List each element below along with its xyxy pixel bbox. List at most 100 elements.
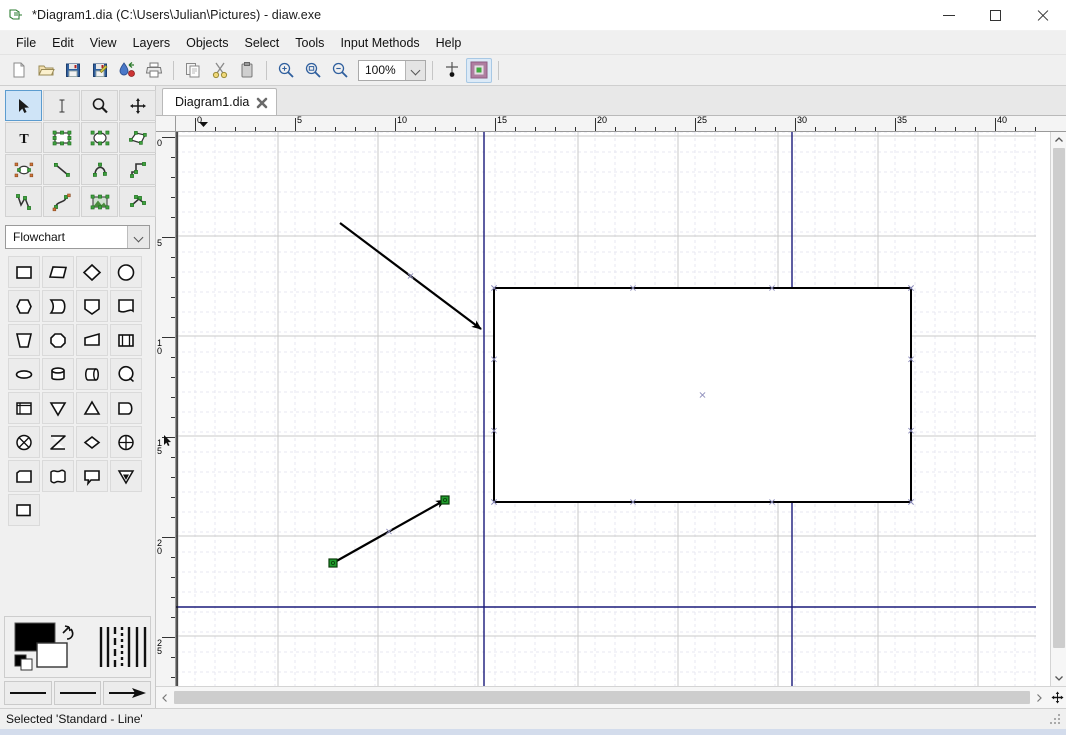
resize-grip-icon[interactable] [1048, 712, 1062, 726]
outline-tool[interactable] [119, 186, 156, 217]
shape-display[interactable] [8, 392, 40, 424]
vertical-scrollbar[interactable] [1050, 132, 1066, 686]
shape-extract[interactable] [42, 392, 74, 424]
horizontal-scroll-thumb[interactable] [174, 691, 1030, 704]
menu-file[interactable]: File [8, 33, 44, 53]
shape-internal-storage[interactable] [110, 358, 142, 390]
bezierline-tool[interactable] [43, 186, 80, 217]
box-tool[interactable] [43, 122, 80, 153]
arrow-line-1[interactable] [340, 223, 481, 329]
text-tool[interactable]: T [5, 122, 42, 153]
save-as-icon[interactable] [87, 58, 113, 83]
ellipse-tool[interactable] [81, 122, 118, 153]
selection-handle[interactable] [329, 559, 337, 567]
shape-magnetic-drum[interactable] [42, 358, 74, 390]
shape-merge[interactable] [76, 392, 108, 424]
paste-icon[interactable] [234, 58, 260, 83]
new-icon[interactable] [6, 58, 32, 83]
export-icon[interactable] [114, 58, 140, 83]
polygon-tool[interactable] [119, 122, 156, 153]
shape-connector-oval[interactable] [8, 358, 40, 390]
sheet-name[interactable]: Flowchart [6, 230, 127, 244]
diagram-canvas[interactable] [176, 132, 1050, 686]
sheet-selector[interactable]: Flowchart [5, 225, 150, 249]
line-style-patterns[interactable] [97, 625, 153, 669]
close-icon[interactable] [256, 96, 268, 108]
zoom-combo[interactable]: 100% [358, 60, 426, 81]
arc-tool[interactable] [81, 154, 118, 185]
zigzagline-tool[interactable] [119, 154, 156, 185]
minimize-button[interactable] [925, 0, 972, 31]
copy-icon[interactable] [180, 58, 206, 83]
snap-to-grid-icon[interactable] [439, 58, 465, 83]
pointer-tool[interactable] [5, 90, 42, 121]
maximize-button[interactable] [972, 0, 1019, 31]
vertical-ruler[interactable]: 0510152025 [156, 132, 176, 686]
shape-sort[interactable] [42, 426, 74, 458]
shape-card[interactable] [8, 460, 40, 492]
line-style-preview[interactable] [54, 681, 102, 705]
zoom-fit-icon[interactable] [300, 58, 326, 83]
menu-help[interactable]: Help [428, 33, 470, 53]
image-tool[interactable] [81, 186, 118, 217]
shape-data[interactable] [76, 324, 108, 356]
shape-box[interactable] [8, 256, 40, 288]
text-edit-tool[interactable] [43, 90, 80, 121]
color-swatches[interactable] [13, 621, 87, 673]
shape-offline-storage[interactable] [76, 460, 108, 492]
shape-ellipse[interactable] [110, 256, 142, 288]
shape-collate[interactable] [8, 426, 40, 458]
selection-handle[interactable] [441, 496, 449, 504]
menu-select[interactable]: Select [237, 33, 288, 53]
cut-icon[interactable] [207, 58, 233, 83]
pan-icon[interactable] [1048, 688, 1066, 708]
menu-edit[interactable]: Edit [44, 33, 82, 53]
vertical-scroll-thumb[interactable] [1053, 148, 1065, 648]
menu-objects[interactable]: Objects [178, 33, 236, 53]
shape-direct-access[interactable] [76, 358, 108, 390]
beziergon-tool[interactable] [5, 154, 42, 185]
scroll-tool[interactable] [119, 90, 156, 121]
shape-decision[interactable] [76, 426, 108, 458]
chevron-down-icon[interactable] [127, 226, 149, 248]
shape-or[interactable] [110, 460, 142, 492]
zoom-out-icon[interactable] [327, 58, 353, 83]
shape-manual-operation[interactable] [76, 290, 108, 322]
line-tool[interactable] [43, 154, 80, 185]
chevron-down-icon[interactable] [405, 61, 425, 80]
open-icon[interactable] [33, 58, 59, 83]
horizontal-scrollbar[interactable] [156, 686, 1066, 708]
shape-hexagon[interactable] [8, 290, 40, 322]
line-end-arrow-preview[interactable] [103, 681, 151, 705]
shape-diamond[interactable] [76, 256, 108, 288]
scroll-down-arrow[interactable] [1051, 670, 1066, 686]
shape-punched-tape[interactable] [42, 460, 74, 492]
shape-parallelogram[interactable] [42, 256, 74, 288]
shape-delay[interactable] [42, 290, 74, 322]
magnify-tool[interactable] [81, 90, 118, 121]
print-icon[interactable] [141, 58, 167, 83]
horizontal-ruler[interactable]: 0510152025303540 [176, 116, 1050, 132]
zoom-value[interactable]: 100% [359, 61, 405, 80]
rectangle-1[interactable] [491, 285, 913, 504]
shape-document[interactable] [110, 290, 142, 322]
shape-manual-input[interactable] [8, 324, 40, 356]
save-icon[interactable] [60, 58, 86, 83]
menu-layers[interactable]: Layers [125, 33, 179, 53]
shape-summing-junction[interactable] [110, 426, 142, 458]
scroll-right-arrow[interactable] [1030, 688, 1048, 708]
line-start-arrow-preview[interactable] [4, 681, 52, 705]
polyline-tool[interactable] [5, 186, 42, 217]
menu-tools[interactable]: Tools [287, 33, 332, 53]
menu-view[interactable]: View [82, 33, 125, 53]
fullscreen-icon[interactable] [466, 58, 492, 83]
document-tab[interactable]: Diagram1.dia [162, 88, 277, 115]
zoom-in-icon[interactable] [273, 58, 299, 83]
shape-predefined-process[interactable] [110, 324, 142, 356]
close-button[interactable] [1019, 0, 1066, 31]
shape-preparation[interactable] [42, 324, 74, 356]
scroll-up-arrow[interactable] [1051, 132, 1066, 148]
shape-stored-data[interactable] [110, 392, 142, 424]
shape-terminal[interactable] [8, 494, 40, 526]
scroll-left-arrow[interactable] [156, 688, 174, 708]
